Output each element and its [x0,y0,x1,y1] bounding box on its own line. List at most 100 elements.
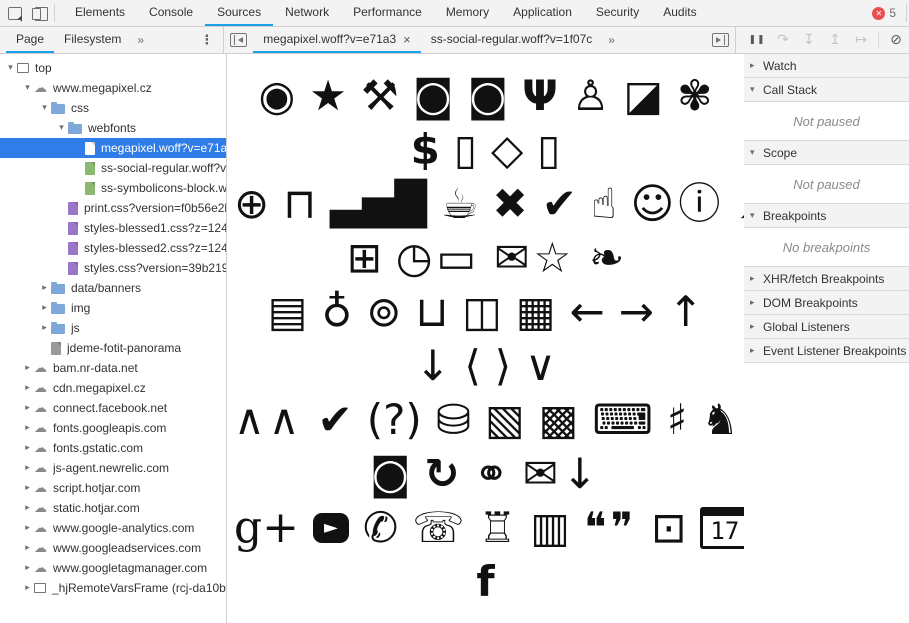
deactivate-breakpoints-button[interactable]: ⊘ [883,32,909,48]
tab-sources[interactable]: Sources [205,0,274,26]
file-icon [68,261,78,275]
pause-button[interactable]: ❚❚ [744,35,770,45]
expander-closed-icon[interactable]: ▸ [21,443,34,453]
tree-item-img[interactable]: ▸ img [0,298,226,318]
expander-open-icon[interactable]: ▾ [38,103,51,113]
step-out-button[interactable]: ↥ [822,32,848,48]
tree-item-connect-facebook-net[interactable]: ▸ ☁ connect.facebook.net [0,398,226,418]
expander-open-icon[interactable]: ▾ [21,83,34,93]
tab-audits[interactable]: Audits [651,0,708,26]
tree-item-static-hotjar-com[interactable]: ▸ ☁ static.hotjar.com [0,498,226,518]
tree-item-styles-css-version-39b21981[interactable]: styles.css?version=39b21981 [0,258,226,278]
tab-elements[interactable]: Elements [63,0,137,26]
section-status-scope: Not paused [744,165,909,204]
section-global-listeners[interactable]: ▸ Global Listeners [744,315,909,339]
editor-tab-ss-social-regular-woff-v-1f07c[interactable]: ss-social-regular.woff?v=1f07c [421,27,603,53]
expander-closed-icon[interactable]: ▸ [21,543,34,553]
section-breakpoints[interactable]: ▾ Breakpoints [744,204,909,228]
section-watch[interactable]: ▸ Watch [744,54,909,78]
tree-item-hjremotevarsframe-rcj-da10bd[interactable]: ▸ _hjRemoteVarsFrame (rcj-da10bd [0,578,226,598]
tree-item-js[interactable]: ▸ js [0,318,226,338]
tab-performance[interactable]: Performance [341,0,434,26]
tab-network[interactable]: Network [273,0,341,26]
expander-open-icon[interactable]: ▾ [55,123,68,133]
expander-closed-icon[interactable]: ▸ [21,523,34,533]
tree-item-styles-blessed1-css-z-124[interactable]: styles-blessed1.css?z=124 [0,218,226,238]
section-scope[interactable]: ▾ Scope [744,141,909,165]
editor-tab-megapixel-woff-v-e71a3[interactable]: megapixel.woff?v=e71a3 × [253,27,421,53]
hide-navigator-icon[interactable] [230,33,248,47]
tab-security[interactable]: Security [584,0,651,26]
inspect-element-icon[interactable] [8,6,22,20]
navigator-tab-page[interactable]: Page [6,27,55,53]
tree-item-ss-symbolicons-block-woff[interactable]: ss-symbolicons-block.woff [0,178,226,198]
show-drawer-icon[interactable] [712,33,729,47]
tab-console[interactable]: Console [137,0,205,26]
expander-closed-icon[interactable]: ▸ [21,563,34,573]
tree-item-data-banners[interactable]: ▸ data/banners [0,278,226,298]
navigator-tab-filesystem[interactable]: Filesystem [54,27,131,53]
file-tree: ▾ top ▾ ☁ www.megapixel.cz ▾ css ▾ webfonts megap… [0,54,227,623]
expander-closed-icon[interactable]: ▸ [38,323,51,333]
section-xhr-fetch-breakpoints[interactable]: ▸ XHR/fetch Breakpoints [744,267,909,291]
expander-closed-icon[interactable]: ▸ [21,503,34,513]
tree-item-www-megapixel-cz[interactable]: ▾ ☁ www.megapixel.cz [0,78,226,98]
tree-item-www-googleadservices-com[interactable]: ▸ ☁ www.googleadservices.com [0,538,226,558]
step-over-button[interactable]: ↷ [770,32,796,48]
tree-item-cdn-megapixel-cz[interactable]: ▸ ☁ cdn.megapixel.cz [0,378,226,398]
tab-application[interactable]: Application [501,0,584,26]
tree-item-print-css-version-f0b56e2b7[interactable]: print.css?version=f0b56e2b7 [0,198,226,218]
device-toolbar-icon[interactable] [32,6,48,21]
more-navigator-tabs-icon[interactable]: » [131,27,150,53]
divider [906,4,907,22]
tree-item-jdeme-fotit-panorama[interactable]: jdeme-fotit-panorama [0,338,226,358]
expander-closed-icon[interactable]: ▸ [21,383,34,393]
file-icon [68,241,78,255]
section-event-listener-breakpoints[interactable]: ▸ Event Listener Breakpoints [744,339,909,363]
close-tab-icon[interactable]: × [403,32,411,47]
tree-item-webfonts[interactable]: ▾ webfonts [0,118,226,138]
camera-icon: ◙ [467,70,509,120]
expander-closed-icon[interactable]: ▸ [21,483,34,493]
tree-item-fonts-gstatic-com[interactable]: ▸ ☁ fonts.gstatic.com [0,438,226,458]
expander-open-icon[interactable]: ▾ [4,63,17,73]
tree-item-megapixel-woff-v-e71a3[interactable]: megapixel.woff?v=e71a3 [0,138,226,158]
camera-solid-icon: ◙ [369,448,411,498]
photo-frame-icon: ▧ [484,394,525,444]
tab-memory[interactable]: Memory [434,0,501,26]
folder-icon [51,282,65,294]
tree-item-label: css [71,101,89,115]
expander-closed-icon[interactable]: ▸ [21,423,34,433]
tree-item-top[interactable]: ▾ top [0,58,226,78]
glyph-row-5: ▤ ♁ ⊚ ⊔ ◫ ▦ ← → ↑ [227,284,744,338]
expander-closed-icon[interactable]: ▸ [38,303,51,313]
newspaper-icon: ▥ [530,502,570,552]
cross-x-icon: ✖ [492,178,528,228]
tree-item-js-agent-newrelic-com[interactable]: ▸ ☁ js-agent.newrelic.com [0,458,226,478]
section-call-stack[interactable]: ▾ Call Stack [744,78,909,102]
section-dom-breakpoints[interactable]: ▸ DOM Breakpoints [744,291,909,315]
tree-item-fonts-googleapis-com[interactable]: ▸ ☁ fonts.googleapis.com [0,418,226,438]
glyph-row-9: g+ ► ✆ ☏ ♖ ▥ ❝❞ ⊡ 17 [227,500,744,554]
tree-item-script-hotjar-com[interactable]: ▸ ☁ script.hotjar.com [0,478,226,498]
tree-item-styles-blessed2-css-z-124[interactable]: styles-blessed2.css?z=124 [0,238,226,258]
step-into-button[interactable]: ↧ [796,32,822,48]
tree-item-www-googletagmanager-com[interactable]: ▸ ☁ www.googletagmanager.com [0,558,226,578]
navigator-menu-icon[interactable]: ⋮ [190,27,223,53]
tree-item-css[interactable]: ▾ css [0,98,226,118]
expander-closed-icon[interactable]: ▸ [21,463,34,473]
more-editor-tabs-icon[interactable]: » [602,27,621,53]
tree-item-bam-nr-data-net[interactable]: ▸ ☁ bam.nr-data.net [0,358,226,378]
error-badge[interactable]: ✕ 5 [872,6,896,20]
tree-item-www-google-analytics-com[interactable]: ▸ ☁ www.google-analytics.com [0,518,226,538]
tree-item-label: print.css?version=f0b56e2b7 [84,201,226,215]
fax-phone-icon: ☏ [412,502,465,552]
expander-closed-icon[interactable]: ▸ [38,283,51,293]
tree-item-ss-social-regular-woff-v-1f07c[interactable]: ss-social-regular.woff?v=1f07c [0,158,226,178]
palette-icon: ⊚ [366,286,402,336]
photo-stack-icon: ▦ [515,286,556,336]
expander-closed-icon[interactable]: ▸ [21,583,34,593]
expander-closed-icon[interactable]: ▸ [21,403,34,413]
step-button[interactable]: ↦ [848,32,874,48]
expander-closed-icon[interactable]: ▸ [21,363,34,373]
